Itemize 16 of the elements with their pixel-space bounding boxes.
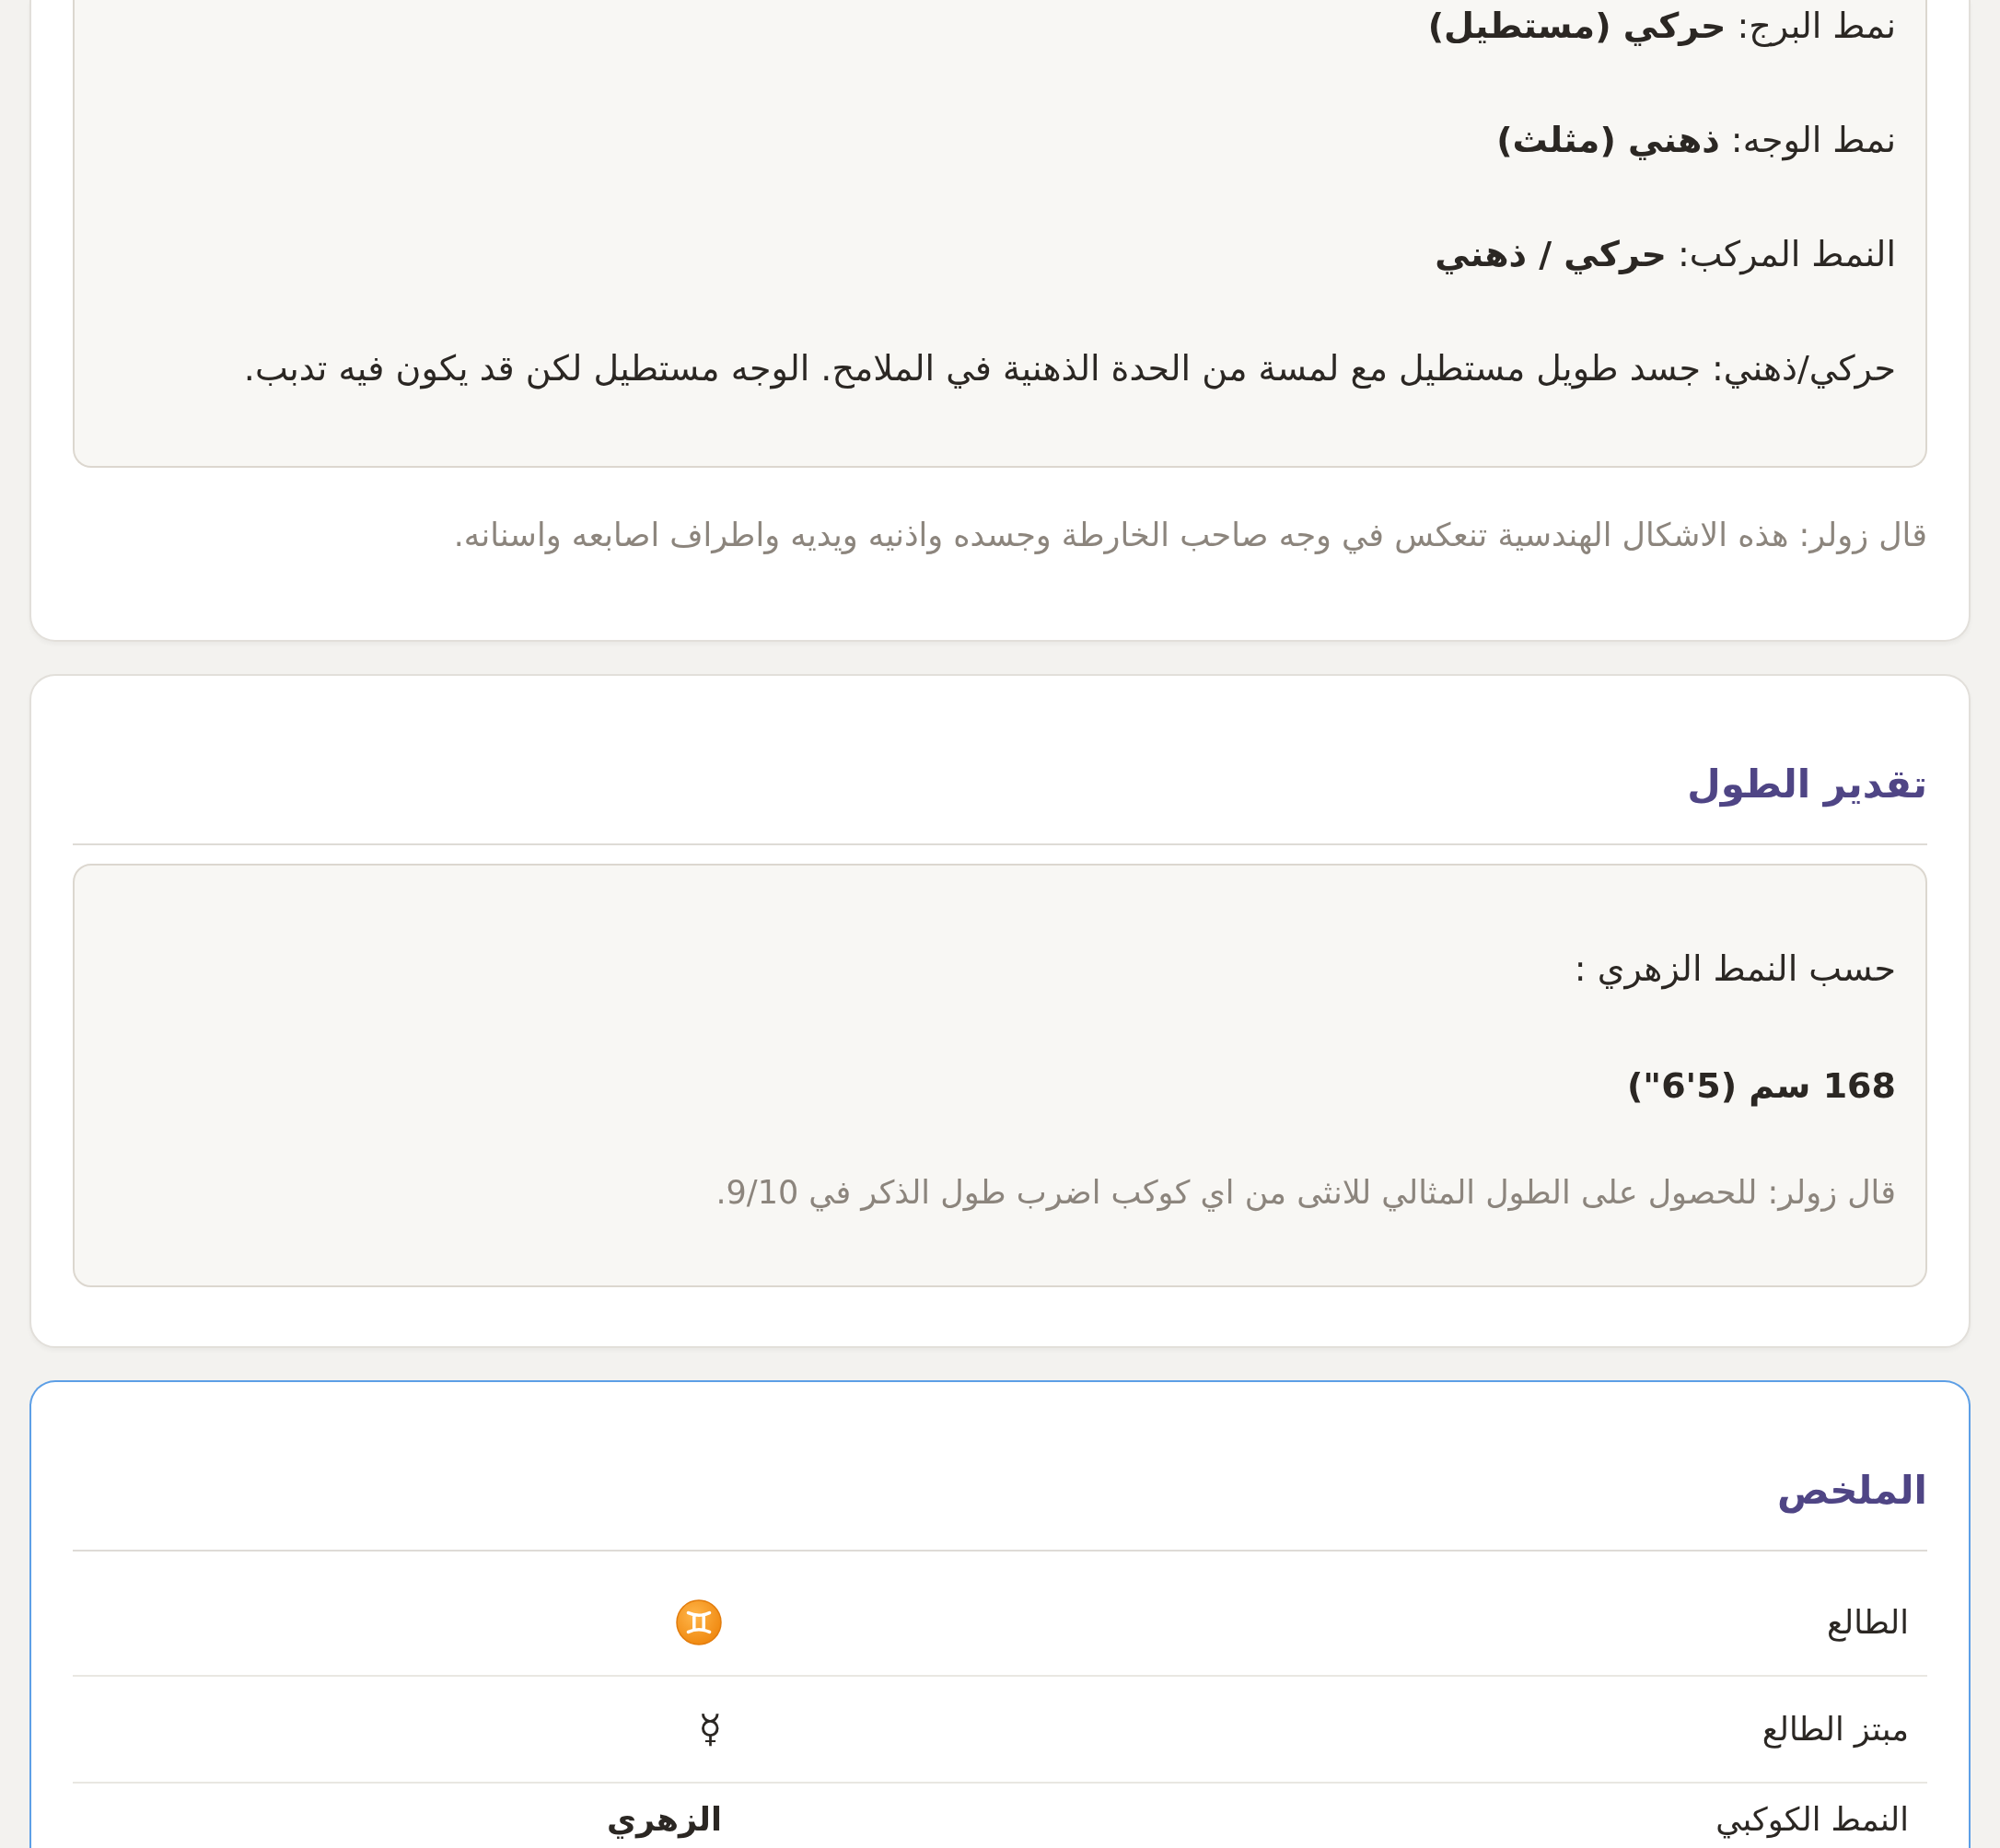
summary-label: مبتز الطالع [1762, 1709, 1910, 1750]
section-title: الملخص [73, 1463, 1927, 1552]
planet-symbol: ☿ [698, 1710, 723, 1749]
info-line: نمط الوجه: ذهني (مثلث) [1495, 119, 1896, 163]
note-text: قال زولر: للحصول على الطول المثالي للانثى من اي كوكب اضرب طول الذكر في 9/10. [715, 1173, 1896, 1214]
note-text: قال زولر: هذه الاشكال الهندسية تنعكس في وجه صاحب الخارطة وجسده واذنيه ويديه واطراف اصابعه واسنانه. [452, 516, 1927, 556]
info-line: حركي/ذهني: جسد طويل مستطيل مع لمسة من الحدة الذهنية في الملامح. الوجه مستطيل لكن قد يكون فيه تدبب. [242, 347, 1896, 391]
summary-label: النمط الكوكبي [1715, 1800, 1910, 1841]
gemini-sign-icon [676, 1599, 722, 1645]
info-line: حسب النمط الزهري : [1573, 947, 1896, 992]
info-line: نمط البرج: حركي (مستطيل) [1426, 5, 1896, 49]
summary-value: الزهري [606, 1800, 723, 1841]
summary-label: الطالع [1826, 1602, 1910, 1644]
info-line: النمط المركب: حركي / ذهني [1434, 233, 1896, 277]
height-value: 168 سم (5'6") [1625, 1064, 1896, 1109]
section-title: تقدير الطول [73, 757, 1927, 845]
